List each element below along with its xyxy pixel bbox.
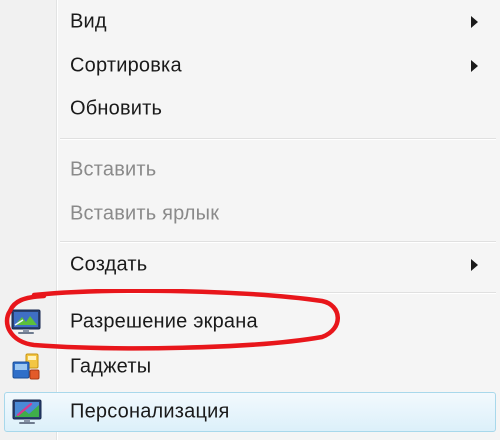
submenu-arrow-icon [471,259,478,271]
menu-separator [60,292,496,294]
menu-item-paste: Вставить [0,150,496,190]
menu-item-label: Сортировка [70,54,182,77]
personalization-icon [11,397,43,427]
menu-item-label: Вид [70,10,107,33]
menu-separator [60,241,496,243]
menu-item-sort[interactable]: Сортировка [0,46,496,86]
menu-item-refresh[interactable]: Обновить [0,89,496,129]
menu-item-paste-shortcut: Вставить ярлык [0,194,496,234]
menu-item-label: Вставить ярлык [70,202,220,225]
menu-item-label: Персонализация [70,400,230,423]
submenu-arrow-icon [471,60,478,72]
menu-item-personalization[interactable]: Персонализация [4,392,496,432]
desktop-context-menu: Вид Сортировка Обновить Вставить Вставит… [0,0,500,440]
submenu-arrow-icon [471,16,478,28]
menu-item-label: Гаджеты [70,355,152,378]
menu-separator [60,138,496,140]
menu-item-label: Обновить [70,97,163,120]
menu-item-label: Вставить [70,158,157,181]
gadgets-icon [10,352,42,382]
menu-item-label: Разрешение экрана [70,310,258,333]
menu-item-gadgets[interactable]: Гаджеты [0,347,496,387]
menu-item-view[interactable]: Вид [0,2,496,42]
menu-item-label: Создать [70,253,148,276]
menu-item-screen-resolution[interactable]: Разрешение экрана [0,302,496,342]
monitor-resolution-icon [10,307,42,337]
menu-item-create[interactable]: Создать [0,245,496,285]
